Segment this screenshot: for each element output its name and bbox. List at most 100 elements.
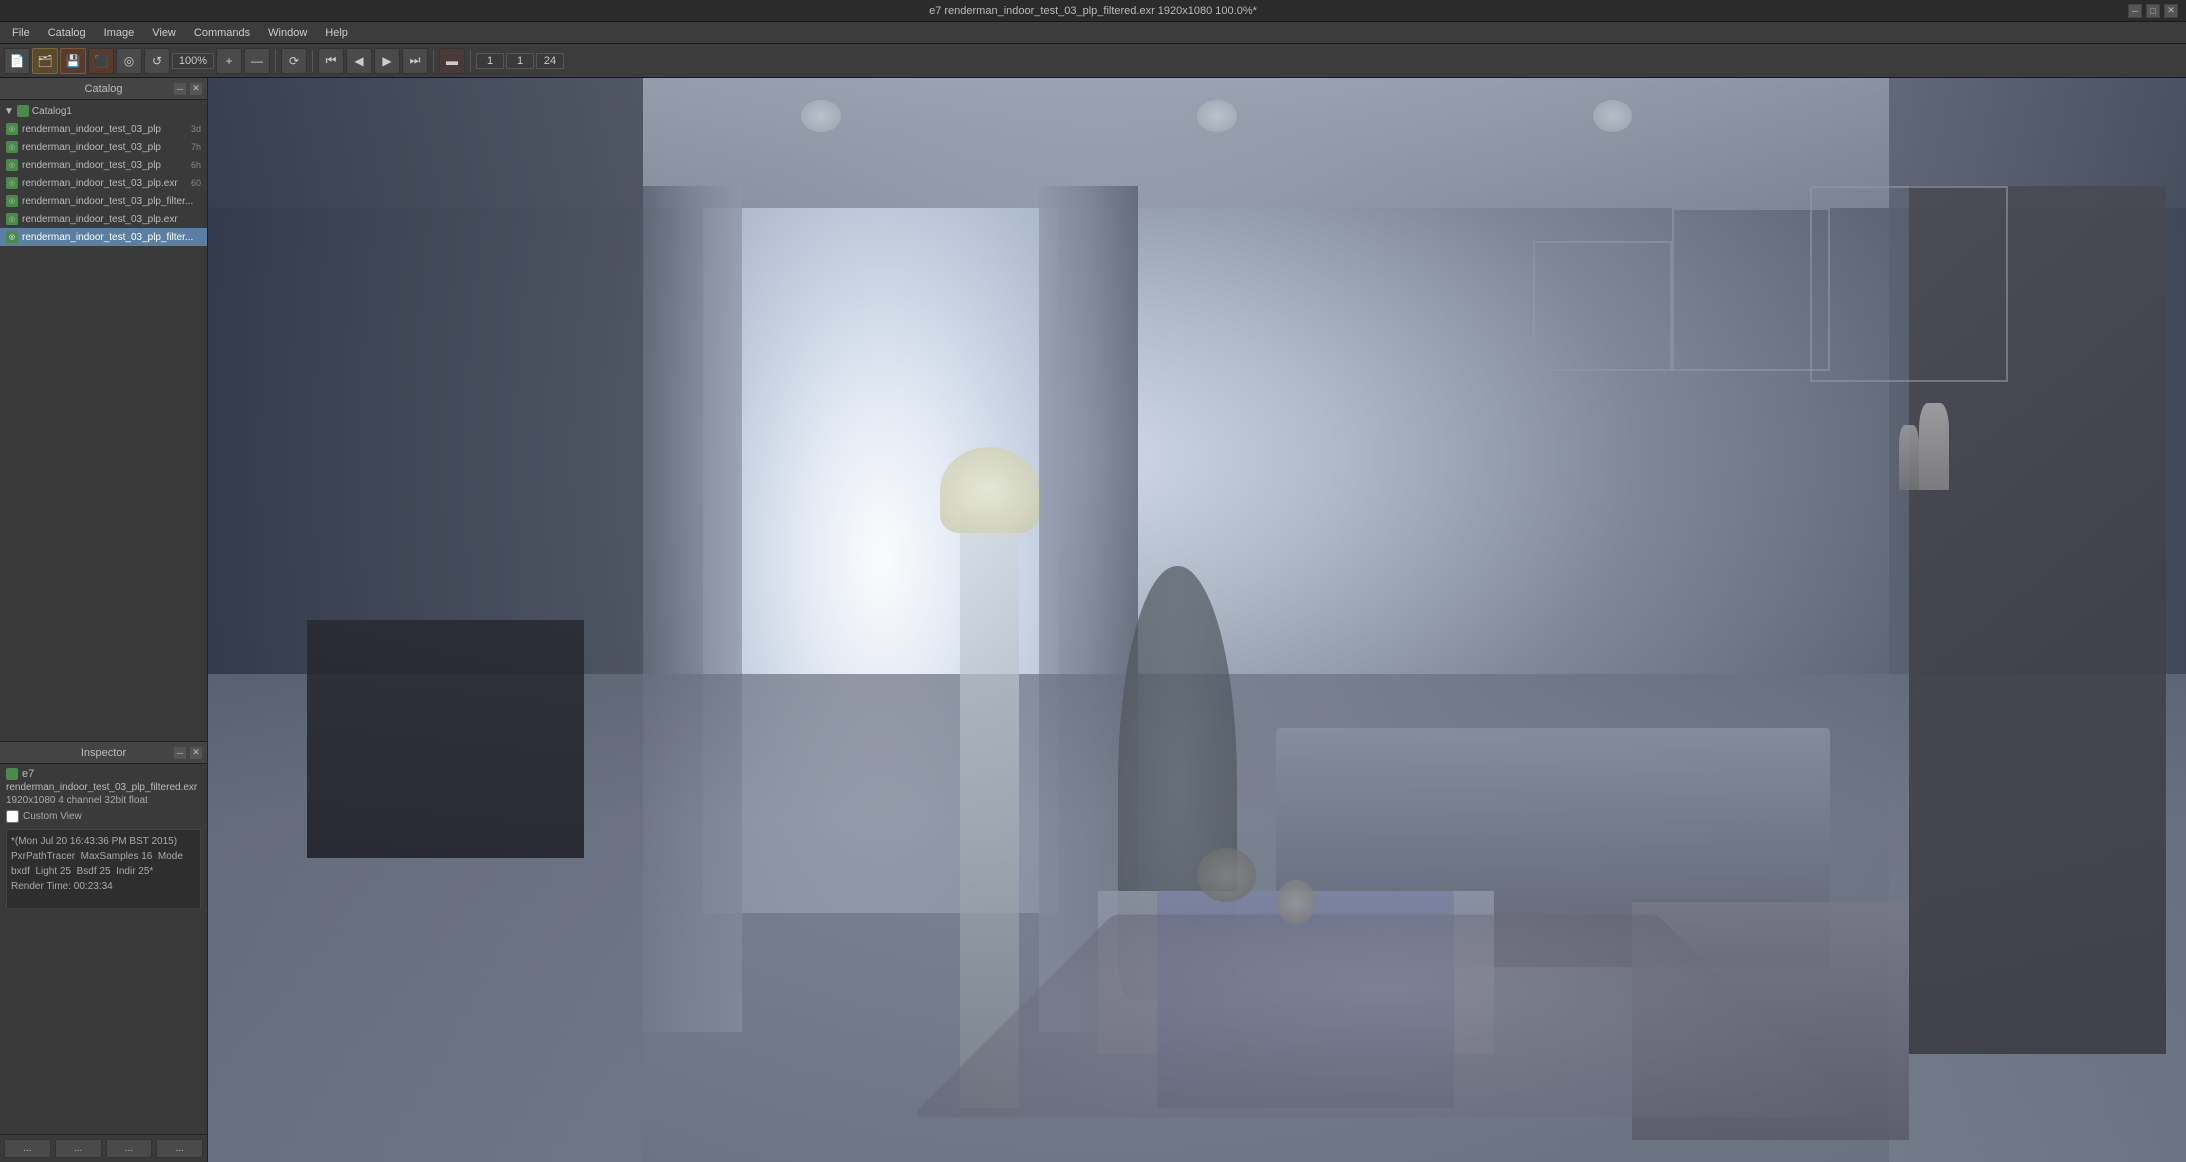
item-icon: ◎ <box>6 177 18 189</box>
window-controls: ─ □ ✕ <box>2128 4 2178 18</box>
inspector-footer: ... ... ... ... <box>0 1134 207 1162</box>
item-time: 60 <box>191 178 201 188</box>
toolbar-next-end[interactable]: ⏭ <box>402 48 428 74</box>
toolbar-refresh-btn[interactable]: ⟳ <box>281 48 307 74</box>
custom-view-checkbox[interactable] <box>6 810 19 823</box>
inspector-filename: renderman_indoor_test_03_plp_filtered.ex… <box>6 782 201 793</box>
inspector-session-name: e7 <box>22 768 34 780</box>
item-icon-active: ◎ <box>6 231 18 243</box>
item-icon: ◎ <box>6 123 18 135</box>
catalog-item[interactable]: ◎ renderman_indoor_test_03_plp.exr 60 <box>0 174 207 192</box>
scene-vase-2 <box>1899 425 1919 490</box>
inspector-footer-btn4[interactable]: ... <box>156 1139 203 1158</box>
item-name: renderman_indoor_test_03_plp <box>22 124 187 135</box>
catalog-title: Catalog <box>85 83 123 95</box>
catalog-item-active[interactable]: ◎ renderman_indoor_test_03_plp_filter... <box>0 228 207 246</box>
scene-vase-1 <box>1919 403 1949 490</box>
item-name: renderman_indoor_test_03_plp_filter... <box>22 196 197 207</box>
menu-image[interactable]: Image <box>96 25 143 41</box>
item-icon: ◎ <box>6 159 18 171</box>
scene-wall-frame-2 <box>1672 208 1830 371</box>
scene-table-obj-1 <box>1197 848 1256 902</box>
menu-window[interactable]: Window <box>260 25 315 41</box>
item-icon: ◎ <box>6 213 18 225</box>
inspector-footer-btn3[interactable]: ... <box>106 1139 153 1158</box>
catalog-item[interactable]: ◎ renderman_indoor_test_03_plp 7h <box>0 138 207 156</box>
toolbar-zoom-minus[interactable]: — <box>244 48 270 74</box>
frame-end-input[interactable] <box>536 53 564 69</box>
inspector-session-icon <box>6 768 18 780</box>
catalog-header: Catalog ─ ✕ <box>0 78 207 100</box>
window-title: e7 renderman_indoor_test_03_plp_filtered… <box>929 5 1257 17</box>
toolbar-zoom-plus[interactable]: + <box>216 48 242 74</box>
group-arrow: ▼ <box>4 106 14 117</box>
image-area[interactable] <box>208 78 2186 1162</box>
catalog-item[interactable]: ◎ renderman_indoor_test_03_plp 3d <box>0 120 207 138</box>
group-icon <box>17 105 29 117</box>
menu-catalog[interactable]: Catalog <box>40 25 94 41</box>
notes-text: *(Mon Jul 20 16:43:36 PM BST 2015) PxrPa… <box>11 836 186 892</box>
title-bar: e7 renderman_indoor_test_03_plp_filtered… <box>0 0 2186 22</box>
scene-lamp-shade <box>940 447 1039 534</box>
scene-ceiling-light-2 <box>1197 100 1237 133</box>
toolbar-clamp-btn[interactable]: ▬ <box>439 48 465 74</box>
catalog-header-controls: ─ ✕ <box>173 82 203 96</box>
close-button[interactable]: ✕ <box>2164 4 2178 18</box>
menu-help[interactable]: Help <box>317 25 356 41</box>
menu-file[interactable]: File <box>4 25 38 41</box>
toolbar-prev-frame[interactable]: ◀ <box>346 48 372 74</box>
render-scene <box>208 78 2186 1162</box>
catalog-group[interactable]: ▼ Catalog1 <box>0 102 207 120</box>
toolbar-sep4 <box>470 50 471 72</box>
inspector-custom-view-row: Custom View <box>6 810 201 823</box>
inspector-close-btn[interactable]: ✕ <box>189 746 203 760</box>
menu-commands[interactable]: Commands <box>186 25 258 41</box>
inspector-notes: *(Mon Jul 20 16:43:36 PM BST 2015) PxrPa… <box>6 829 201 909</box>
toolbar-sep2 <box>312 50 313 72</box>
toolbar-save-btn[interactable]: 💾 <box>60 48 86 74</box>
toolbar-new-btn[interactable]: 📄 <box>4 48 30 74</box>
catalog-item[interactable]: ◎ renderman_indoor_test_03_plp 6h <box>0 156 207 174</box>
toolbar-sep3 <box>433 50 434 72</box>
inspector-minimize-btn[interactable]: ─ <box>173 746 187 760</box>
item-time: 3d <box>191 124 201 134</box>
inspector-session: e7 <box>6 768 201 780</box>
item-time: 7h <box>191 142 201 152</box>
catalog-item[interactable]: ◎ renderman_indoor_test_03_plp_filter... <box>0 192 207 210</box>
item-icon: ◎ <box>6 141 18 153</box>
inspector-panel: Inspector ─ ✕ e7 renderman_indoor_test_0… <box>0 742 207 1162</box>
custom-view-label: Custom View <box>23 811 82 822</box>
item-name: renderman_indoor_test_03_plp <box>22 160 187 171</box>
maximize-button[interactable]: □ <box>2146 4 2160 18</box>
inspector-footer-btn1[interactable]: ... <box>4 1139 51 1158</box>
frame-current-input[interactable] <box>506 53 534 69</box>
item-name: renderman_indoor_test_03_plp.exr <box>22 214 197 225</box>
item-name: renderman_indoor_test_03_plp <box>22 142 187 153</box>
zoom-input[interactable]: 100% <box>172 53 214 69</box>
frame-start-input[interactable] <box>476 53 504 69</box>
item-name-active: renderman_indoor_test_03_plp_filter... <box>22 232 197 243</box>
toolbar-btn4[interactable]: ◎ <box>116 48 142 74</box>
scene-table-obj-2 <box>1276 880 1316 923</box>
scene-wall-frame-1 <box>1533 241 1671 371</box>
catalog-panel: Catalog ─ ✕ ▼ Catalog1 ◎ renderman_indoo… <box>0 78 207 742</box>
toolbar-btn5[interactable]: ↺ <box>144 48 170 74</box>
catalog-minimize-btn[interactable]: ─ <box>173 82 187 96</box>
toolbar-btn3[interactable]: ⬛ <box>88 48 114 74</box>
scene-wall-frame-3 <box>1810 186 2008 381</box>
toolbar: 📄 🗂 💾 ⬛ ◎ ↺ 100% + — ⟳ ⏮ ◀ ▶ ⏭ ▬ <box>0 44 2186 78</box>
inspector-info: 1920x1080 4 channel 32bit float <box>6 795 201 806</box>
inspector-title: Inspector <box>81 747 126 759</box>
menu-bar: File Catalog Image View Commands Window … <box>0 22 2186 44</box>
minimize-button[interactable]: ─ <box>2128 4 2142 18</box>
group-name: Catalog1 <box>32 106 72 117</box>
catalog-close-btn[interactable]: ✕ <box>189 82 203 96</box>
toolbar-play[interactable]: ▶ <box>374 48 400 74</box>
item-name: renderman_indoor_test_03_plp.exr <box>22 178 187 189</box>
inspector-content: e7 renderman_indoor_test_03_plp_filtered… <box>0 764 207 1134</box>
toolbar-prev-start[interactable]: ⏮ <box>318 48 344 74</box>
menu-view[interactable]: View <box>144 25 184 41</box>
inspector-footer-btn2[interactable]: ... <box>55 1139 102 1158</box>
catalog-item[interactable]: ◎ renderman_indoor_test_03_plp.exr <box>0 210 207 228</box>
toolbar-open-btn[interactable]: 🗂 <box>32 48 58 74</box>
